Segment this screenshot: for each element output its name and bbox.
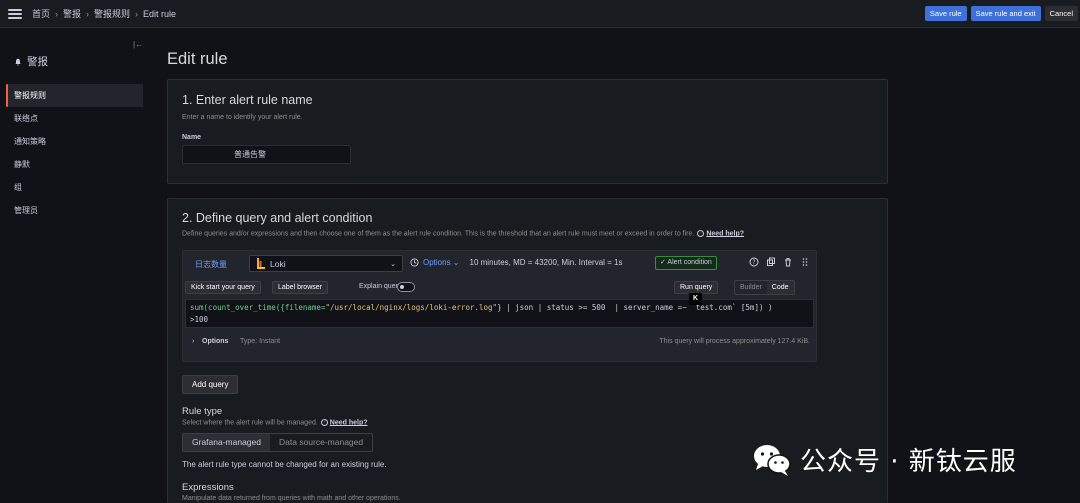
help-icon: ? xyxy=(320,419,328,426)
save-rule-button[interactable]: Save rule xyxy=(924,6,967,21)
explain-query-label: Explain query xyxy=(359,283,402,290)
duplicate-icon[interactable] xyxy=(766,257,776,267)
kick-start-button[interactable]: Kick start your query xyxy=(185,281,261,294)
query-process-info: This query will process approximately 12… xyxy=(659,338,810,345)
query-options-row[interactable]: › Options Type: Instant This query will … xyxy=(183,334,816,352)
query-header: 日志数量 Loki ⌄ Options ⌄ 10 minutes, MD = 4… xyxy=(183,251,816,275)
rule-name-input[interactable]: 普通告警 xyxy=(182,145,351,164)
chevron-right-icon: › xyxy=(86,8,90,19)
clock-icon xyxy=(410,258,419,267)
query-code-editor[interactable]: sum(count_over_time({filename="/usr/loca… xyxy=(185,299,814,328)
editor-mode-switch: Builder Code xyxy=(734,280,795,295)
query-ref-id[interactable]: 日志数量 xyxy=(195,259,227,270)
rule-type-note: The alert rule type cannot be changed fo… xyxy=(182,460,387,469)
section-title: 2. Define query and alert condition xyxy=(182,211,373,225)
mode-builder[interactable]: Builder xyxy=(735,281,767,294)
query-actions: ? xyxy=(749,257,810,267)
sidebar-item-admin[interactable]: 管理员 xyxy=(6,199,143,222)
rule-type-title: Rule type xyxy=(182,406,223,417)
sidebar-item-alert-rules[interactable]: 警报规则 xyxy=(6,84,143,107)
loki-icon xyxy=(257,258,265,269)
watermark-text: 公众号 · 新钛云服 xyxy=(800,447,1017,477)
section-desc: Define queries and/or expressions and th… xyxy=(182,230,744,237)
chevron-right-icon: › xyxy=(55,8,59,19)
breadcrumb-current: Edit rule xyxy=(143,8,177,19)
rule-name-value: 普通告警 xyxy=(234,150,266,159)
sidebar-item-contact-points[interactable]: 联络点 xyxy=(6,107,143,130)
trash-icon[interactable] xyxy=(783,257,793,267)
rule-type-grafana[interactable]: Grafana-managed xyxy=(183,434,270,451)
alert-condition-badge[interactable]: ✓ Alert condition xyxy=(655,256,717,270)
k-badge: K xyxy=(689,293,702,305)
name-label: Name xyxy=(182,134,202,141)
section-desc: Enter a name to identify your alert rule… xyxy=(182,114,303,121)
datasource-select[interactable]: Loki ⌄ xyxy=(249,255,403,272)
collapse-sidebar-icon[interactable]: |← xyxy=(133,40,143,49)
sidebar-item-notification-policies[interactable]: 通知策略 xyxy=(6,130,143,153)
wechat-icon xyxy=(754,444,791,476)
section-title: 1. Enter alert rule name xyxy=(182,93,313,107)
save-rule-exit-button[interactable]: Save rule and exit xyxy=(970,6,1041,21)
sidebar-item-silences[interactable]: 静默 xyxy=(6,153,143,176)
expressions-desc: Manipulate data returned from queries wi… xyxy=(182,495,401,502)
chevron-right-icon: › xyxy=(135,8,139,19)
watermark: 公众号 · 新钛云服 xyxy=(752,441,1017,478)
sidebar-title: 警报 xyxy=(14,54,48,69)
rule-name-section: 1. Enter alert rule name Enter a name to… xyxy=(167,79,888,184)
options-summary: 10 minutes, MD = 43200, Min. Interval = … xyxy=(469,258,623,267)
datasource-name: Loki xyxy=(270,258,286,269)
breadcrumb-alert-rules[interactable]: 警报规则 xyxy=(94,7,130,20)
svg-text:?: ? xyxy=(752,259,755,266)
help-icon[interactable]: ? xyxy=(749,257,759,267)
help-icon: ? xyxy=(697,230,705,237)
sidebar-nav: 警报规则 联络点 通知策略 静默 组 管理员 xyxy=(6,84,143,222)
need-help-link[interactable]: Need help? xyxy=(706,230,744,237)
options-link-label: Options xyxy=(423,258,451,267)
sidebar-title-label: 警报 xyxy=(27,56,48,68)
need-help-link[interactable]: Need help? xyxy=(330,419,368,426)
code-line-2: >100 xyxy=(190,315,209,324)
rule-type-desc-text: Select where the alert rule will be mana… xyxy=(182,419,318,427)
menu-icon[interactable] xyxy=(8,8,22,19)
page-title: Edit rule xyxy=(167,50,228,68)
options-row-label: Options xyxy=(202,338,229,345)
code-function: sum(count_over_time({filename= xyxy=(190,303,326,312)
top-actions: Save rule Save rule and exit Cancel xyxy=(924,6,1078,21)
top-bar: 首页 › 警报 › 警报规则 › Edit rule Save rule Sav… xyxy=(0,0,1080,28)
code-rest: } | json | status >= 500 | server_name =… xyxy=(497,303,773,312)
add-query-button[interactable]: Add query xyxy=(182,375,239,394)
drag-handle-icon[interactable] xyxy=(800,257,810,267)
label-browser-button[interactable]: Label browser xyxy=(272,281,328,294)
chevron-right-icon: › xyxy=(192,338,195,345)
breadcrumb-home[interactable]: 首页 xyxy=(32,7,50,20)
rule-type-switch: Grafana-managed Data source-managed xyxy=(182,433,374,452)
explain-query-toggle[interactable] xyxy=(397,282,415,292)
code-string: "/usr/local/nginx/logs/loki-error.log" xyxy=(325,303,498,312)
sidebar-item-groups[interactable]: 组 xyxy=(6,176,143,199)
query-options: Options ⌄ 10 minutes, MD = 43200, Min. I… xyxy=(410,258,622,267)
query-type: Type: Instant xyxy=(240,338,281,345)
cancel-button[interactable]: Cancel xyxy=(1044,6,1078,21)
sidebar: |← 警报 警报规则 联络点 通知策略 静默 组 管理员 xyxy=(0,28,150,503)
query-editor: 日志数量 Loki ⌄ Options ⌄ 10 minutes, MD = 4… xyxy=(182,250,817,362)
expressions-title: Expressions xyxy=(182,482,234,493)
breadcrumb-alerting[interactable]: 警报 xyxy=(63,7,81,20)
breadcrumb: 首页 › 警报 › 警报规则 › Edit rule xyxy=(32,7,176,20)
rule-type-datasource[interactable]: Data source-managed xyxy=(270,434,372,451)
section-desc-text: Define queries and/or expressions and th… xyxy=(182,230,695,238)
options-toggle[interactable]: Options ⌄ xyxy=(423,258,460,267)
bell-icon xyxy=(15,58,21,66)
chevron-down-icon: ⌄ xyxy=(390,261,396,268)
rule-type-desc: Select where the alert rule will be mana… xyxy=(182,419,368,426)
mode-code[interactable]: Code xyxy=(766,281,794,294)
